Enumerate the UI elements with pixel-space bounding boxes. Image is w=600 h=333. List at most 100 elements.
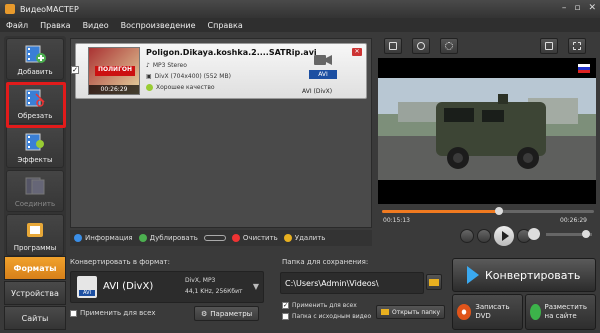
next-frame-button[interactable] [477, 229, 491, 243]
folder-icon [429, 279, 439, 286]
effects-film-icon [24, 132, 46, 152]
sidebar-item-label: Обрезать [17, 112, 53, 120]
video-info: ▣ DivX (704x400) (552 MB) [146, 73, 231, 80]
sidebar-item-label: Эффекты [17, 156, 53, 164]
format-panel: Конвертировать в формат: AVI AVI (DivX) … [66, 254, 272, 332]
audio-icon: ♪ [146, 62, 150, 69]
sidebar-item-effects[interactable]: Эффекты [6, 126, 64, 168]
preview-toolbar [378, 36, 598, 56]
video-preview[interactable] [378, 58, 596, 204]
sidebar-item-programs[interactable]: Программы [6, 214, 64, 256]
upload-icon [530, 304, 541, 320]
cut-film-icon [24, 88, 46, 108]
output-folder-field[interactable]: C:\Users\Admin\Videos\ [280, 272, 424, 294]
format-label: AVI (DivX) [302, 88, 333, 95]
audio-info: ♪ MP3 Stereo [146, 62, 187, 69]
maximize-button[interactable]: ▫ [574, 3, 580, 13]
convert-button[interactable]: Конвертировать [452, 258, 596, 292]
format-badge-text: AVI [309, 70, 337, 79]
format-apply-all[interactable]: Применить для всех [70, 309, 156, 317]
brightness-button[interactable] [440, 38, 458, 54]
sidebar-item-add[interactable]: Добавить [6, 38, 64, 80]
burn-dvd-button[interactable]: Записать DVD [452, 294, 523, 330]
current-time: 00:15:13 [383, 217, 410, 224]
parameters-label: Параметры [210, 309, 253, 318]
volume-slider[interactable] [546, 230, 592, 238]
chevron-down-icon[interactable]: ▼ [253, 282, 259, 291]
format-name: AVI (DivX) [103, 281, 154, 292]
bottom-nav: Форматы Устройства Сайты [4, 254, 66, 332]
crop-button[interactable] [384, 38, 402, 54]
format-apply-all-checkbox[interactable] [70, 309, 77, 317]
duplicate-label: Дублировать [149, 234, 198, 242]
save-apply-all-checkbox[interactable]: ✓ [282, 302, 289, 309]
format-codec: DivX, MP3 [185, 277, 216, 284]
video-thumbnail: ПОЛИГОН 00:26:29 [88, 47, 140, 95]
seek-bar[interactable] [382, 207, 594, 215]
seek-progress [382, 210, 499, 213]
info-button[interactable]: Информация [74, 234, 133, 242]
sidebar-item-cut[interactable]: Обрезать [6, 82, 64, 124]
seek-handle[interactable] [494, 207, 503, 215]
crop-icon [389, 42, 397, 50]
file-name: Poligon.Dikaya.koshka.2....SATRip.avi [146, 48, 317, 57]
camera-snapshot-icon [545, 42, 553, 50]
format-select[interactable]: AVI AVI (DivX) DivX, MP3 44,1 KHz, 256Кб… [70, 271, 264, 303]
playback-controls [460, 226, 531, 246]
view-toggle-icon [203, 235, 226, 241]
tab-sites[interactable]: Сайты [4, 306, 66, 330]
snapshot-button[interactable] [540, 38, 558, 54]
clear-button[interactable]: Очистить [231, 234, 278, 242]
delete-icon [283, 234, 292, 242]
format-badge[interactable]: AVI [308, 52, 338, 82]
audio-text: MP3 Stereo [152, 62, 187, 69]
file-checkbox[interactable]: ✓ [71, 66, 79, 74]
tab-formats[interactable]: Форматы [4, 256, 66, 280]
menu-video[interactable]: Видео [83, 21, 109, 30]
tools-sidebar: Добавить Обрезать Эффекты Соединить Прог… [4, 36, 66, 258]
menu-edit[interactable]: Правка [40, 21, 70, 30]
app-window: ВидеоМАСТЕР – ▫ ✕ Файл Правка Видео Восп… [0, 0, 600, 333]
view-toggle[interactable] [203, 235, 226, 241]
open-folder-button[interactable]: Открыть папку [376, 305, 446, 319]
previous-frame-button[interactable] [460, 229, 474, 243]
menu-file[interactable]: Файл [6, 21, 28, 30]
remove-file-button[interactable]: ✕ [352, 48, 362, 56]
duplicate-button[interactable]: Дублировать [138, 234, 198, 242]
menu-help[interactable]: Справка [208, 21, 243, 30]
save-apply-all[interactable]: ✓ Применить для всех [282, 302, 357, 309]
parameters-button[interactable]: ⚙ Параметры [194, 306, 260, 321]
open-folder-label: Открыть папку [392, 308, 441, 316]
sidebar-item-label: Программы [13, 244, 57, 252]
sidebar-item-join[interactable]: Соединить [6, 170, 64, 212]
volume-handle[interactable] [582, 230, 590, 238]
convert-panel: Конвертировать Записать DVD Разместить н… [452, 256, 598, 332]
fullscreen-button[interactable] [568, 38, 586, 54]
menu-playback[interactable]: Воспроизведение [121, 21, 196, 30]
rotate-icon [417, 42, 425, 50]
clear-label: Очистить [242, 234, 278, 242]
publish-site-button[interactable]: Разместить на сайте [525, 294, 596, 330]
programs-icon [24, 220, 46, 240]
video-frame-image [378, 58, 596, 204]
save-apply-all-label: Применить для всех [292, 302, 357, 309]
browse-folder-button[interactable] [426, 274, 442, 290]
source-folder-option[interactable]: Папка с исходным видео [282, 313, 371, 320]
minimize-button[interactable]: – [562, 3, 567, 13]
close-window-button[interactable]: ✕ [588, 3, 596, 13]
info-icon [74, 234, 82, 242]
format-apply-all-label: Применить для всех [80, 309, 156, 317]
source-folder-checkbox[interactable] [282, 313, 289, 320]
save-panel-title: Папка для сохранения: [282, 258, 369, 266]
title-bar: ВидеоМАСТЕР – ▫ ✕ [0, 0, 600, 18]
rotate-button[interactable] [412, 38, 430, 54]
play-button[interactable] [494, 226, 514, 246]
quality-text: Хорошее качество [156, 84, 215, 91]
video-icon: ▣ [146, 73, 152, 80]
duplicate-icon [138, 234, 147, 242]
list-item[interactable]: ✓ ПОЛИГОН 00:26:29 Poligon.Dikaya.koshka… [71, 43, 367, 99]
volume-icon[interactable] [528, 228, 540, 240]
publish-site-label: Разместить на сайте [544, 303, 588, 320]
tab-devices[interactable]: Устройства [4, 281, 66, 305]
delete-button[interactable]: Удалить [283, 234, 325, 242]
